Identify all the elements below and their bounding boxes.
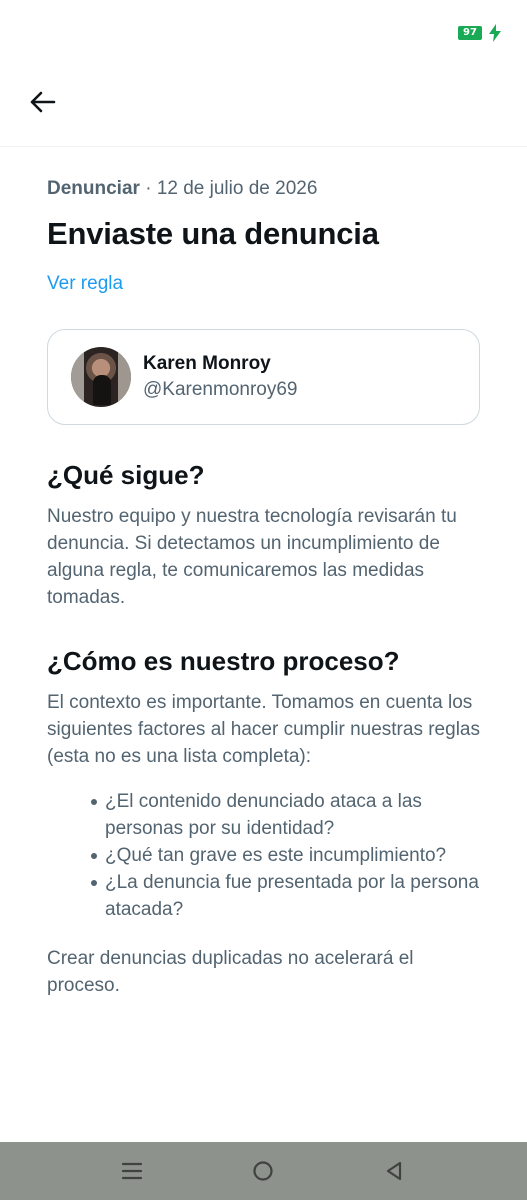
system-nav-bar [0,1142,527,1200]
process-text: El contexto es importante. Tomamos en cu… [47,692,480,767]
report-date: 12 de julio de 2026 [156,178,318,199]
meta-separator: · [145,178,152,199]
battery-indicator: 97 [458,26,482,40]
recent-apps-button[interactable] [116,1155,148,1187]
charging-bolt-icon [489,24,501,42]
user-info: Karen Monroy @Karenmonroy69 [143,351,297,403]
triangle-back-icon [386,1161,402,1181]
duplicate-note: Crear denuncias duplicadas no acelerará … [47,948,414,996]
arrow-left-icon [30,91,56,113]
user-handle: @Karenmonroy69 [143,379,298,400]
main-content: Denunciar · 12 de julio de 2026 Enviaste… [47,147,480,999]
system-back-button[interactable] [378,1155,410,1187]
back-button[interactable] [22,82,62,122]
process-heading: ¿Cómo es nuestro proceso? [47,646,400,676]
next-steps-text: Nuestro equipo y nuestra tecnología revi… [47,506,457,608]
home-button[interactable] [247,1155,279,1187]
page-title: Enviaste una denuncia [47,216,379,251]
list-item: ¿El contenido denunciado ataca a las per… [91,788,480,842]
report-category: Denunciar [47,178,140,199]
avatar [71,347,131,407]
next-steps-heading: ¿Qué sigue? [47,460,205,490]
status-bar: 97 [0,0,527,62]
circle-home-icon [253,1161,273,1181]
report-confirmation-screen: 97 Denunciar · 12 de julio de 2026 Envia… [0,0,527,1200]
menu-icon [121,1162,143,1180]
list-item: ¿La denuncia fue presentada por la perso… [91,869,480,923]
top-header [0,62,527,147]
user-name: Karen Monroy [143,353,271,374]
list-item: ¿Qué tan grave es este incumplimiento? [91,842,480,869]
report-meta: Denunciar · 12 de julio de 2026 [47,177,480,201]
factors-list: ¿El contenido denunciado ataca a las per… [47,788,480,923]
reported-user-card[interactable]: Karen Monroy @Karenmonroy69 [47,329,480,425]
view-rule-link[interactable]: Ver regla [47,271,123,297]
